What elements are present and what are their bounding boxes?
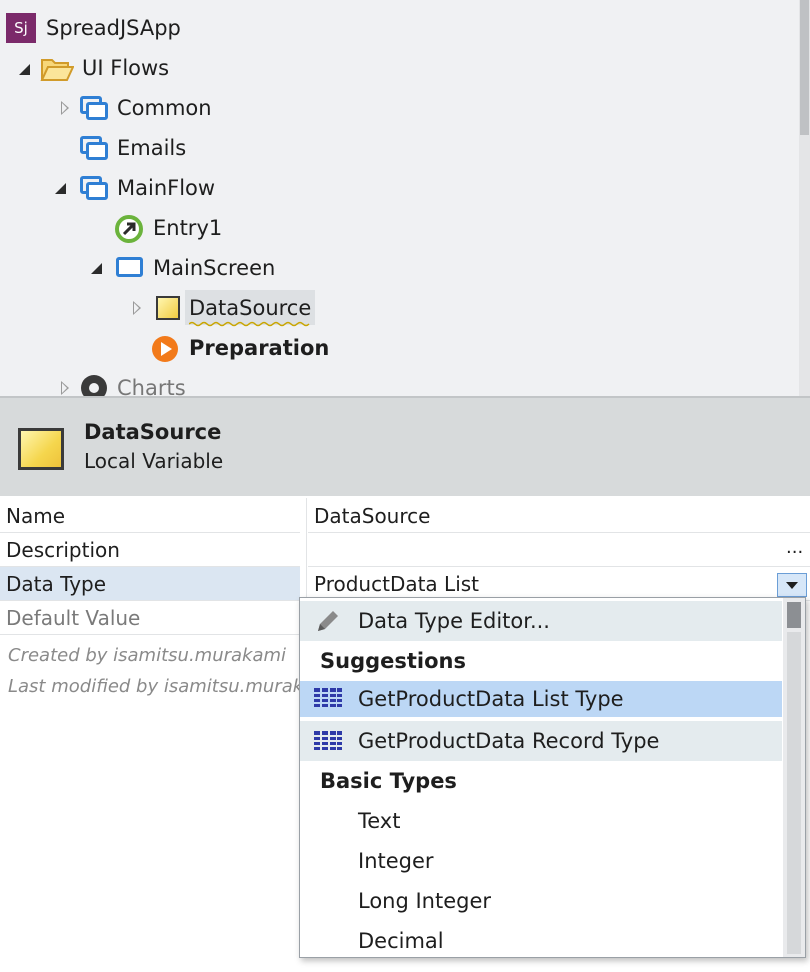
tree-item-label: Emails (117, 136, 187, 160)
ellipsis-button[interactable]: ... (786, 537, 803, 558)
scrollbar-thumb[interactable] (787, 602, 801, 628)
property-row-name: Name DataSource (0, 499, 810, 533)
local-variable-icon (18, 428, 64, 470)
tree-item-label: MainFlow (117, 176, 216, 200)
element-title: DataSource (84, 420, 222, 444)
property-row-data-type: Data Type ProductData List (0, 567, 810, 601)
tree-item-label: Common (117, 96, 212, 120)
data-type-dropdown-button[interactable] (777, 573, 807, 597)
name-field[interactable]: DataSource (314, 504, 430, 528)
property-label: Name (6, 504, 66, 528)
basic-type-item[interactable]: Decimal (300, 921, 782, 957)
tree-item-label: Entry1 (153, 216, 223, 240)
menu-item-label: Decimal (358, 929, 444, 953)
record-structure-icon (314, 731, 342, 750)
menu-item-label: GetProductData Record Type (358, 729, 660, 753)
tree-item-label: UI Flows (82, 56, 170, 80)
solution-tree: Sj SpreadJSApp UI Flows Common Emails Ma… (0, 0, 810, 396)
collapsed-arrow-icon[interactable] (61, 101, 69, 115)
screen-icon (116, 257, 143, 277)
tree-item-label: MainScreen (153, 256, 276, 280)
basic-types-header: Basic Types (300, 761, 782, 801)
data-type-dropdown-list: Data Type Editor... Suggestions GetProdu… (299, 597, 806, 958)
data-type-editor-item[interactable]: Data Type Editor... (300, 601, 782, 641)
property-label: Description (6, 538, 120, 562)
tree-item-label: Preparation (189, 336, 330, 360)
expanded-arrow-icon[interactable] (91, 263, 102, 274)
flow-icon (80, 136, 108, 160)
tree-item-label: Charts (117, 376, 186, 396)
basic-type-item[interactable]: Integer (300, 841, 782, 881)
app-icon: Sj (6, 13, 36, 43)
element-subtitle: Local Variable (84, 449, 224, 473)
menu-item-label: Data Type Editor... (358, 609, 550, 633)
flow-icon (80, 176, 108, 200)
scrollbar-track[interactable] (787, 632, 801, 954)
charts-module-icon (81, 375, 107, 396)
property-row-description: Description ... (0, 533, 810, 567)
list-structure-icon (314, 688, 342, 707)
menu-item-label: Integer (358, 849, 434, 873)
pencil-icon (318, 611, 338, 631)
folder-open-icon (40, 59, 74, 81)
flow-icon (80, 96, 108, 120)
suggestions-header: Suggestions (300, 641, 782, 681)
section-label: Basic Types (320, 769, 457, 793)
expanded-arrow-icon[interactable] (55, 183, 66, 194)
basic-type-item[interactable]: Text (300, 801, 782, 841)
expanded-arrow-icon[interactable] (19, 64, 30, 75)
menu-item-label: Long Integer (358, 889, 492, 913)
suggestion-item[interactable]: GetProductData Record Type (300, 721, 782, 761)
basic-type-item[interactable]: Long Integer (300, 881, 782, 921)
entry-icon (115, 215, 143, 243)
action-play-icon (152, 336, 178, 362)
suggestion-item[interactable]: GetProductData List Type (300, 681, 782, 717)
chevron-down-icon (786, 582, 798, 589)
created-by-text: Created by isamitsu.murakami (8, 645, 287, 666)
property-label: Data Type (6, 572, 107, 596)
scrollbar-thumb[interactable] (800, 0, 809, 135)
section-label: Suggestions (320, 649, 466, 673)
data-type-field[interactable]: ProductData List (314, 572, 479, 596)
collapsed-arrow-icon[interactable] (133, 301, 141, 315)
local-variable-icon (156, 296, 180, 320)
menu-item-label: GetProductData List Type (358, 687, 624, 711)
warning-squiggle (189, 321, 310, 327)
modified-by-text: Last modified by isamitsu.murakami (8, 676, 300, 697)
dropdown-scrollbar[interactable] (783, 598, 805, 957)
menu-item-label: Text (358, 809, 401, 833)
app-label: SpreadJSApp (46, 16, 181, 40)
property-label: Default Value (6, 606, 141, 630)
tree-scrollbar[interactable] (799, 0, 810, 396)
properties-header: DataSource Local Variable (0, 396, 810, 496)
collapsed-arrow-icon[interactable] (61, 381, 69, 395)
